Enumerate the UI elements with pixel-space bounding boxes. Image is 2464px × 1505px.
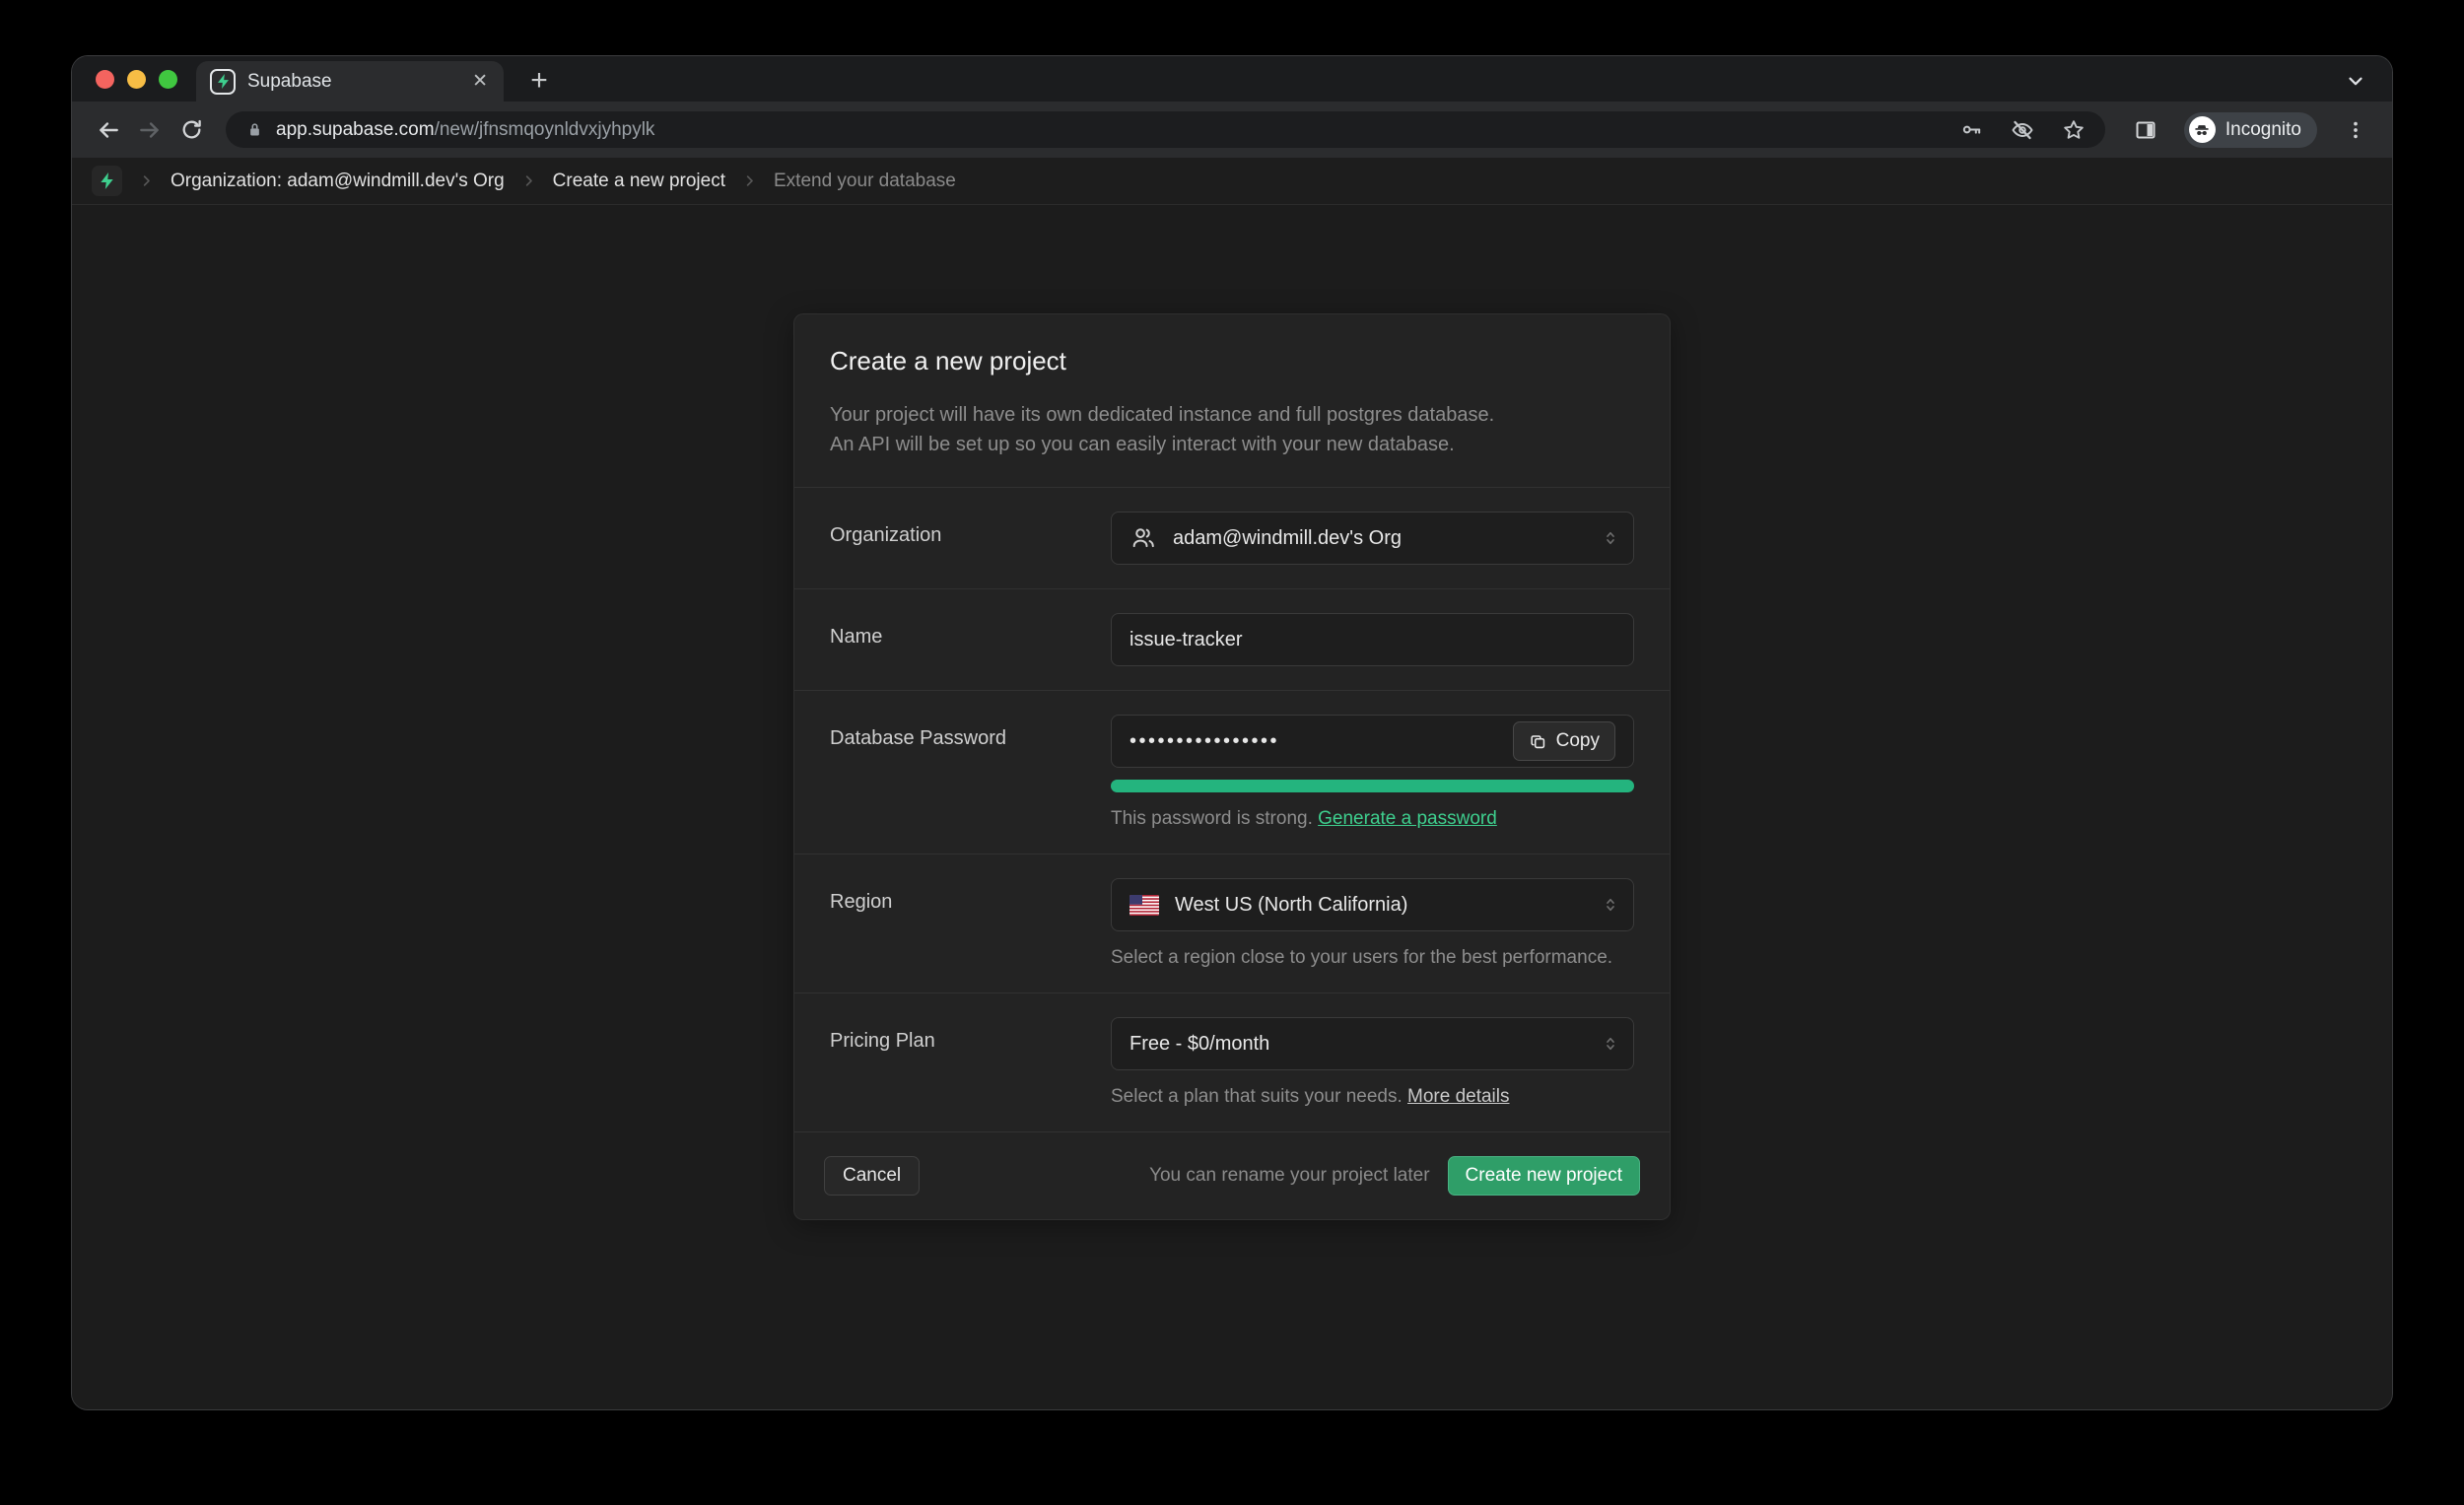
window-minimize-button[interactable] xyxy=(127,70,146,89)
more-details-link[interactable]: More details xyxy=(1407,1086,1510,1107)
pricing-value: Free - $0/month xyxy=(1129,1033,1269,1056)
side-panel-button[interactable] xyxy=(2125,109,2166,151)
address-bar[interactable]: app.supabase.com/new/jfnsmqoynldvxjyhpyl… xyxy=(226,111,2105,148)
pricing-label: Pricing Plan xyxy=(830,1017,1111,1108)
description-line-2: An API will be set up so you can easily … xyxy=(830,430,1634,459)
screen: Supabase ✕ + xyxy=(0,0,2464,1505)
card-footer: Cancel You can rename your project later… xyxy=(794,1131,1670,1219)
region-label: Region xyxy=(830,878,1111,969)
back-button[interactable] xyxy=(88,109,129,151)
region-value: West US (North California) xyxy=(1175,894,1407,917)
name-value: issue-tracker xyxy=(1129,629,1242,651)
pricing-helper-text: Select a plan that suits your needs. xyxy=(1111,1086,1403,1107)
password-row: Database Password •••••••••••••••• Copy xyxy=(794,691,1670,854)
incognito-badge[interactable]: Incognito xyxy=(2184,112,2317,148)
chevron-down-icon xyxy=(2345,70,2366,92)
tab-strip: Supabase ✕ + xyxy=(72,56,2392,102)
chevron-right-icon xyxy=(521,173,536,188)
rename-note: You can rename your project later xyxy=(1149,1165,1429,1187)
create-project-card: Create a new project Your project will h… xyxy=(793,313,1671,1220)
lock-icon xyxy=(245,120,264,139)
incognito-spy-icon xyxy=(2189,116,2216,143)
reload-icon xyxy=(179,117,204,142)
users-icon xyxy=(1129,524,1157,552)
password-helper: This password is strong. Generate a pass… xyxy=(1111,808,1634,830)
eye-slash-icon[interactable] xyxy=(2011,118,2034,142)
select-caret-icon xyxy=(1602,529,1619,547)
page-title: Create a new project xyxy=(830,346,1634,376)
region-select[interactable]: West US (North California) xyxy=(1111,878,1634,931)
password-label: Database Password xyxy=(830,715,1111,830)
reload-button[interactable] xyxy=(171,109,212,151)
password-key-icon[interactable] xyxy=(1960,118,1983,141)
tab-close-icon[interactable]: ✕ xyxy=(470,70,490,93)
generate-password-link[interactable]: Generate a password xyxy=(1318,808,1497,829)
urlbar-actions xyxy=(1960,118,2086,142)
supabase-page: Organization: adam@windmill.dev's Org Cr… xyxy=(72,158,2392,1409)
password-masked-value: •••••••••••••••• xyxy=(1129,730,1279,753)
cancel-button[interactable]: Cancel xyxy=(824,1156,920,1196)
bookmark-star-icon[interactable] xyxy=(2062,118,2086,142)
copy-password-button[interactable]: Copy xyxy=(1513,721,1615,761)
breadcrumb-create-project[interactable]: Create a new project xyxy=(553,171,725,192)
name-row: Name issue-tracker xyxy=(794,589,1670,690)
window-controls xyxy=(96,70,177,89)
breadcrumb-organization[interactable]: Organization: adam@windmill.dev's Org xyxy=(171,171,505,192)
supabase-favicon-icon xyxy=(210,69,236,95)
chevron-right-icon xyxy=(139,173,154,188)
password-input[interactable]: •••••••••••••••• Copy xyxy=(1111,715,1634,768)
select-caret-icon xyxy=(1602,896,1619,914)
chevron-right-icon xyxy=(742,173,757,188)
breadcrumb-extend-database: Extend your database xyxy=(774,171,956,192)
breadcrumb: Organization: adam@windmill.dev's Org Cr… xyxy=(72,158,2392,205)
new-tab-button[interactable]: + xyxy=(520,62,558,100)
side-panel-icon xyxy=(2134,118,2157,142)
forward-arrow-icon xyxy=(137,117,163,143)
browser-menu-button[interactable] xyxy=(2335,109,2376,151)
browser-window: Supabase ✕ + xyxy=(72,56,2392,1409)
window-close-button[interactable] xyxy=(96,70,114,89)
toolbar-right: Incognito xyxy=(2125,109,2376,151)
pricing-select[interactable]: Free - $0/month xyxy=(1111,1017,1634,1070)
region-helper: Select a region close to your users for … xyxy=(1111,947,1634,969)
browser-toolbar: app.supabase.com/new/jfnsmqoynldvxjyhpyl… xyxy=(72,102,2392,158)
incognito-label: Incognito xyxy=(2225,119,2301,141)
copy-label: Copy xyxy=(1556,730,1600,752)
copy-icon xyxy=(1529,732,1547,751)
organization-select[interactable]: adam@windmill.dev's Org xyxy=(1111,512,1634,565)
name-label: Name xyxy=(830,613,1111,666)
strength-text: This password is strong. xyxy=(1111,808,1313,829)
url-path: /new/jfnsmqoynldvxjyhpylk xyxy=(435,119,655,140)
region-row: Region West US (North California) Select… xyxy=(794,855,1670,992)
url-text: app.supabase.com/new/jfnsmqoynldvxjyhpyl… xyxy=(276,119,1941,141)
url-domain: app.supabase.com xyxy=(276,119,435,140)
us-flag-icon xyxy=(1129,895,1159,916)
description-line-1: Your project will have its own dedicated… xyxy=(830,400,1634,430)
card-header: Create a new project Your project will h… xyxy=(794,314,1670,487)
supabase-logo-icon[interactable] xyxy=(92,166,122,196)
window-zoom-button[interactable] xyxy=(159,70,177,89)
organization-label: Organization xyxy=(830,512,1111,565)
password-strength-bar xyxy=(1111,780,1634,792)
back-arrow-icon xyxy=(96,117,121,143)
create-new-project-button[interactable]: Create new project xyxy=(1448,1156,1640,1196)
organization-row: Organization adam@windmill.dev's Org xyxy=(794,488,1670,588)
organization-value: adam@windmill.dev's Org xyxy=(1173,527,1402,550)
kebab-menu-icon xyxy=(2345,119,2366,141)
page-description: Your project will have its own dedicated… xyxy=(830,400,1634,459)
select-caret-icon xyxy=(1602,1035,1619,1053)
tab-search-button[interactable] xyxy=(2341,66,2370,96)
forward-button xyxy=(129,109,171,151)
tab-title: Supabase xyxy=(247,71,458,93)
pricing-row: Pricing Plan Free - $0/month Select a pl… xyxy=(794,993,1670,1131)
name-input[interactable]: issue-tracker xyxy=(1111,613,1634,666)
pricing-helper: Select a plan that suits your needs. Mor… xyxy=(1111,1086,1634,1108)
browser-tab[interactable]: Supabase ✕ xyxy=(196,61,504,102)
